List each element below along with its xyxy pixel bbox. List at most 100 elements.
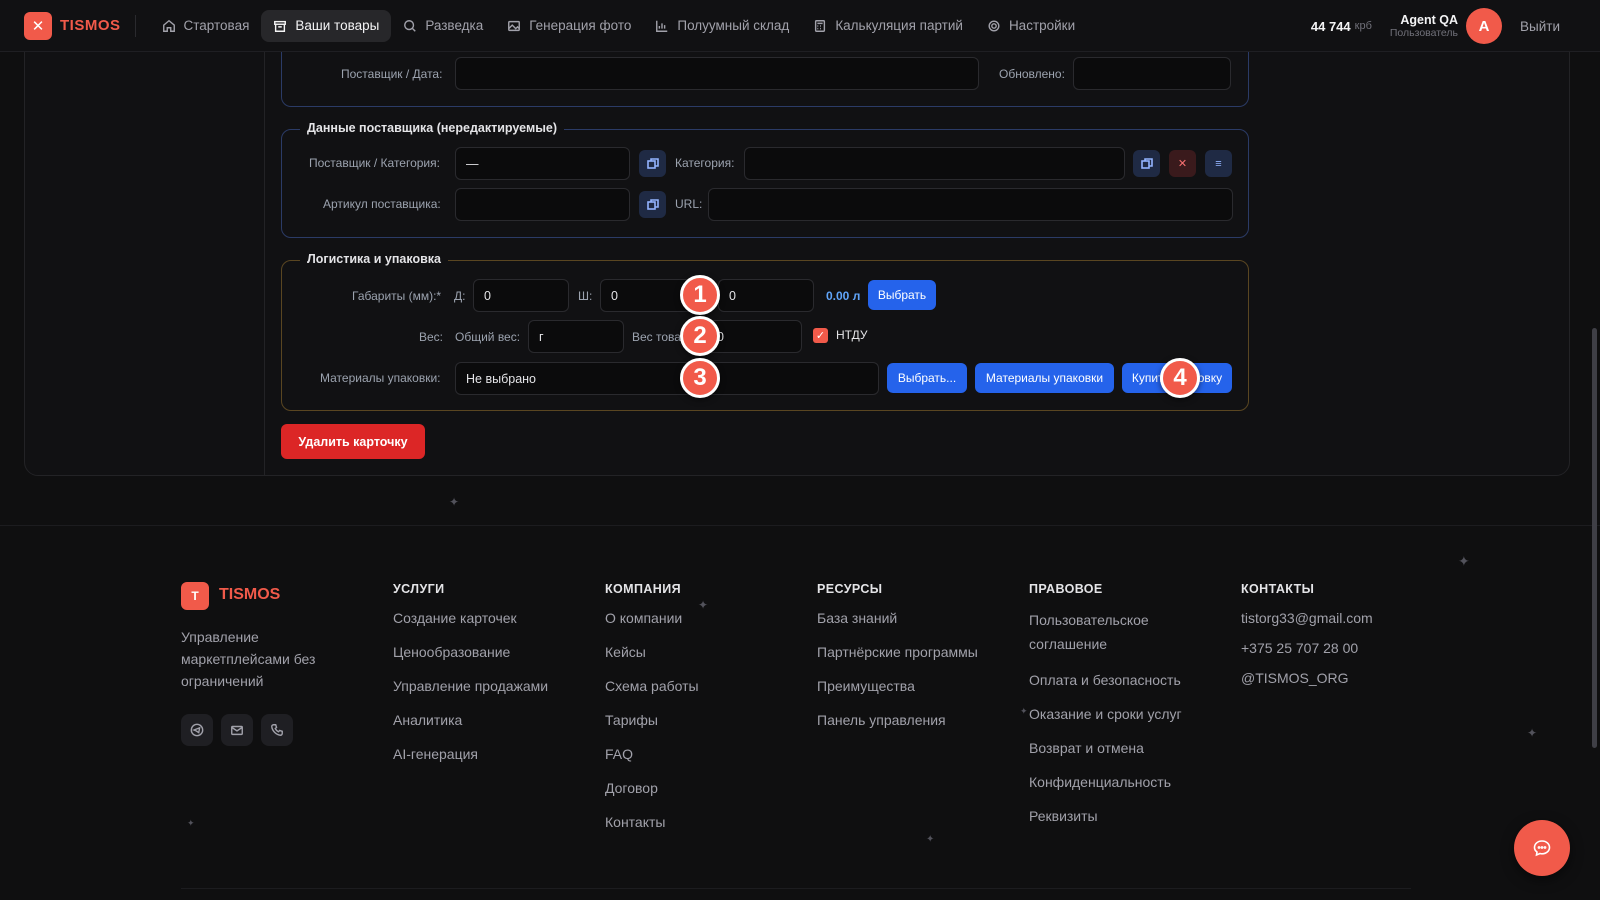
footer-link[interactable]: Реквизиты	[1029, 806, 1209, 826]
item-weight-input[interactable]: 0	[706, 320, 802, 353]
footer-heading: КОНТАКТЫ	[1241, 582, 1315, 596]
top-navigation: ✕ TISMOS Стартовая Ваши товары Разведка …	[0, 0, 1600, 52]
nav-item-label: Полуумный склад	[677, 18, 790, 33]
updated-label: Обновлено:	[999, 67, 1065, 81]
footer-link[interactable]: Ценообразование	[393, 642, 548, 662]
footer-divider	[0, 525, 1600, 526]
telegram-button[interactable]	[181, 714, 213, 746]
user-info[interactable]: Agent QA Пользователь	[1390, 13, 1458, 39]
choose-materials-button[interactable]: Выбрать...	[887, 363, 967, 393]
footer-heading: ПРАВОВОЕ	[1029, 582, 1103, 596]
nav-item-research[interactable]: Разведка	[391, 10, 495, 42]
ntdu-checkbox[interactable]: ✓	[813, 328, 828, 343]
footer-link[interactable]: AI-генерация	[393, 744, 548, 764]
ntdu-label: НТДУ	[836, 328, 868, 342]
nav-item-home[interactable]: Стартовая	[150, 10, 262, 42]
footer-link[interactable]: Пользовательское соглашение	[1029, 608, 1209, 656]
footer-link[interactable]: Создание карточек	[393, 608, 548, 628]
footer-link[interactable]: Возврат и отмена	[1029, 738, 1209, 758]
url-field[interactable]	[708, 188, 1233, 221]
marker-3: 3	[680, 358, 720, 398]
image-icon	[508, 20, 521, 31]
gear-icon	[988, 19, 1000, 32]
footer-link[interactable]: Партнёрские программы	[817, 642, 978, 662]
packaging-materials-field[interactable]: Не выбрано	[455, 362, 879, 395]
footer-link[interactable]: Контакты	[605, 812, 699, 832]
footer-link[interactable]: Оплата и безопасность	[1029, 670, 1209, 690]
nav-item-batch-calculation[interactable]: Калькуляция партий	[801, 10, 975, 42]
footer-brand[interactable]: TISMOS	[219, 586, 280, 604]
copy-supplier-category-button[interactable]	[639, 150, 666, 177]
logistics-section: Логистика и упаковка Габариты (мм):* Д: …	[281, 252, 1249, 411]
nav-item-products[interactable]: Ваши товары	[261, 9, 392, 42]
contact-email-link[interactable]: tistorg33@gmail.com	[1241, 608, 1373, 628]
footer-heading: УСЛУГИ	[393, 582, 445, 596]
footer-bottom-divider	[181, 888, 1411, 889]
contact-phone-link[interactable]: +375 25 707 28 00	[1241, 638, 1373, 658]
nav-item-photo-generation[interactable]: Генерация фото	[495, 10, 643, 42]
footer-link[interactable]: FAQ	[605, 744, 699, 764]
footer-link[interactable]: Тарифы	[605, 710, 699, 730]
footer-link[interactable]: Договор	[605, 778, 699, 798]
footer-column-legal: ПРАВОВОЕ Пользовательское соглашение Опл…	[1029, 582, 1209, 840]
supplier-section: Данные поставщика (нередактируемые) Пост…	[281, 121, 1249, 238]
footer-link[interactable]: Преимущества	[817, 676, 978, 696]
footer-link[interactable]: Конфиденциальность	[1029, 772, 1209, 792]
logistics-section-title: Логистика и упаковка	[300, 252, 448, 266]
supplier-date-field[interactable]	[455, 57, 979, 90]
sidebar-divider	[264, 52, 265, 476]
footer-link[interactable]: Схема работы	[605, 676, 699, 696]
category-list-button[interactable]: ≡	[1205, 150, 1232, 177]
copy-category-button[interactable]	[1133, 150, 1160, 177]
footer-link[interactable]: Кейсы	[605, 642, 699, 662]
height-input[interactable]: 0	[718, 279, 814, 312]
marker-4: 4	[1160, 358, 1200, 398]
footer-logo-icon[interactable]: T	[181, 582, 209, 610]
phone-button[interactable]	[261, 714, 293, 746]
page-scrollbar[interactable]	[1592, 328, 1597, 748]
footer-heading: РЕСУРСЫ	[817, 582, 883, 596]
nav-item-warehouse[interactable]: Полуумный склад	[643, 10, 801, 42]
avatar[interactable]: A	[1466, 8, 1503, 44]
updated-field[interactable]	[1073, 57, 1231, 90]
delete-card-button[interactable]: Удалить карточку	[281, 424, 425, 459]
contact-telegram-link[interactable]: @TISMOS_ORG	[1241, 668, 1373, 688]
brand-name[interactable]: TISMOS	[60, 17, 121, 34]
category-field[interactable]	[744, 147, 1125, 180]
footer-link[interactable]: О компании	[605, 608, 699, 628]
user-role: Пользователь	[1389, 27, 1459, 40]
footer-link[interactable]: Оказание и сроки услуг	[1029, 704, 1209, 724]
user-area: 44 744 крб Agent QA Пользователь A Выйти	[1311, 0, 1560, 52]
list-icon: ≡	[1215, 157, 1222, 170]
balance-unit: крб	[1354, 20, 1372, 32]
home-icon	[162, 19, 175, 32]
copy-article-button[interactable]	[639, 191, 666, 218]
weight-label: Вес:	[419, 330, 444, 344]
supplier-date-label: Поставщик / Дата:	[341, 67, 443, 81]
footer-link[interactable]: Аналитика	[393, 710, 548, 730]
supplier-article-field[interactable]	[455, 188, 630, 221]
clear-category-button[interactable]: ✕	[1169, 150, 1196, 177]
total-weight-input[interactable]: г	[528, 320, 624, 353]
nav-divider	[134, 14, 136, 37]
packaging-materials-button[interactable]: Материалы упаковки	[975, 363, 1114, 393]
footer-column-services: УСЛУГИ Создание карточек Ценообразование…	[393, 582, 548, 778]
box-icon	[274, 20, 287, 32]
footer-heading: КОМПАНИЯ	[605, 582, 681, 596]
telegram-icon	[190, 723, 204, 737]
mail-icon	[231, 725, 243, 736]
calculator-icon	[815, 19, 826, 32]
footer-link[interactable]: Панель управления	[817, 710, 978, 730]
footer-link[interactable]: Управление продажами	[393, 676, 548, 696]
total-weight-label: Общий вес:	[455, 330, 521, 344]
logout-button[interactable]: Выйти	[1520, 19, 1560, 34]
length-input[interactable]: 0	[473, 279, 569, 312]
nav-item-settings[interactable]: Настройки	[975, 10, 1087, 42]
logo-icon[interactable]: ✕	[24, 11, 52, 40]
choose-dimensions-button[interactable]: Выбрать	[868, 280, 936, 310]
chat-button[interactable]	[1514, 820, 1570, 876]
email-button[interactable]	[221, 714, 253, 746]
footer-tagline: Управление маркетплейсами без ограничени…	[181, 629, 316, 689]
supplier-category-field[interactable]: —	[455, 147, 630, 180]
footer-link[interactable]: База знаний	[817, 608, 978, 628]
